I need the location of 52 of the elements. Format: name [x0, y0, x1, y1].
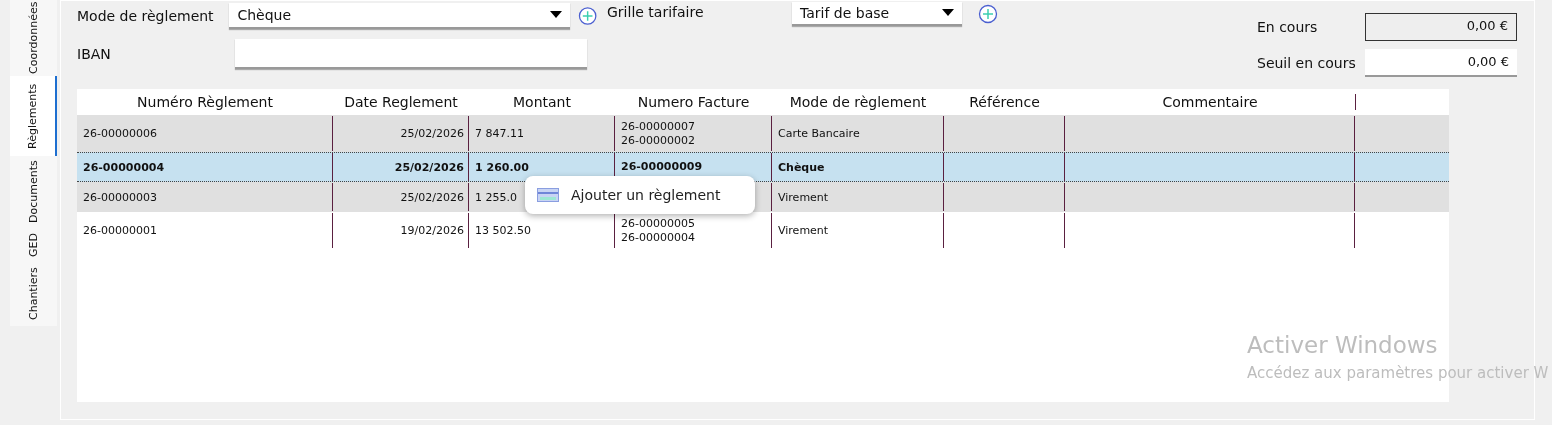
iban-field[interactable]	[235, 39, 587, 69]
field-label: IBAN	[77, 46, 112, 62]
table-cell: 25/02/2026	[394, 160, 464, 174]
field-label: En cours	[1257, 19, 1319, 35]
field-label: Grille tarifaire	[606, 3, 705, 20]
table-row[interactable]: 26-00000006 25/02/2026 7 847.11 26-00000007 26-00000002 Carte Bancaire	[77, 115, 1449, 152]
column-header[interactable]: Référence	[944, 94, 1065, 110]
table-cell: 26-00000006	[83, 127, 157, 140]
table-cell: 26-00000007	[621, 119, 695, 134]
caret-icon	[549, 11, 562, 19]
column-header[interactable]: Commentaire	[1065, 94, 1356, 110]
field-label: Mode de règlement	[77, 8, 215, 24]
price-grid-dropdown[interactable]: Tarif de base	[792, 2, 962, 26]
table-cell: Virement	[778, 190, 829, 204]
table-cell: Chèque	[778, 160, 825, 174]
column-header[interactable]: Numero Facture	[615, 94, 772, 110]
column-header[interactable]: Montant	[469, 94, 615, 110]
table-cell: 1 260.00	[475, 160, 529, 174]
menu-item[interactable]: Ajouter un règlement	[525, 187, 733, 203]
caret-icon	[942, 9, 954, 17]
activation-title: Activer Windows	[1247, 332, 1439, 358]
side-tab[interactable]: Chantiers	[10, 262, 57, 326]
table-row[interactable]: 26-00000004 25/02/2026 1 260.00 26-00000009 Chèque	[77, 152, 1449, 182]
threshold-field[interactable]: 0,00 €	[1365, 49, 1517, 77]
field-label: Seuil en cours	[1257, 55, 1357, 71]
table-cell: 13 502.50	[475, 224, 531, 237]
payment-mode-dropdown[interactable]: Chèque	[229, 3, 570, 29]
table-cell: 26-00000004	[83, 160, 165, 174]
table-cell: 26-00000005	[621, 216, 695, 231]
add-icon[interactable]	[577, 6, 597, 26]
column-header[interactable]: Date Reglement	[333, 94, 469, 110]
table-cell: Carte Bancaire	[778, 127, 860, 140]
table-cell: 25/02/2026	[400, 127, 464, 140]
side-tab[interactable]: Documents	[10, 156, 57, 228]
side-tab[interactable]: GED	[10, 228, 57, 262]
side-tab[interactable]: Coordonnées	[10, 0, 57, 76]
table-cell: 25/02/2026	[400, 190, 464, 204]
table-cell: 7 847.11	[475, 127, 524, 140]
table-cell: 26-00000009	[621, 160, 703, 174]
table-cell: 26-00000003	[83, 190, 157, 204]
current-amount-field: 0,00 €	[1365, 13, 1517, 41]
table-cell: 1 255.0	[475, 190, 517, 204]
table-cell: 26-00000002	[621, 133, 695, 148]
table-cell: 19/02/2026	[400, 224, 464, 237]
table-cell: 26-00000004	[621, 230, 695, 245]
table-cell: 26-00000001	[83, 224, 157, 237]
column-header[interactable]: Numéro Règlement	[77, 94, 333, 110]
add-icon[interactable]	[978, 4, 998, 24]
column-header[interactable]: Mode de règlement	[772, 94, 944, 110]
card-icon	[537, 188, 559, 202]
table-cell: Virement	[778, 224, 829, 237]
side-tab[interactable]: Règlements	[10, 76, 57, 156]
